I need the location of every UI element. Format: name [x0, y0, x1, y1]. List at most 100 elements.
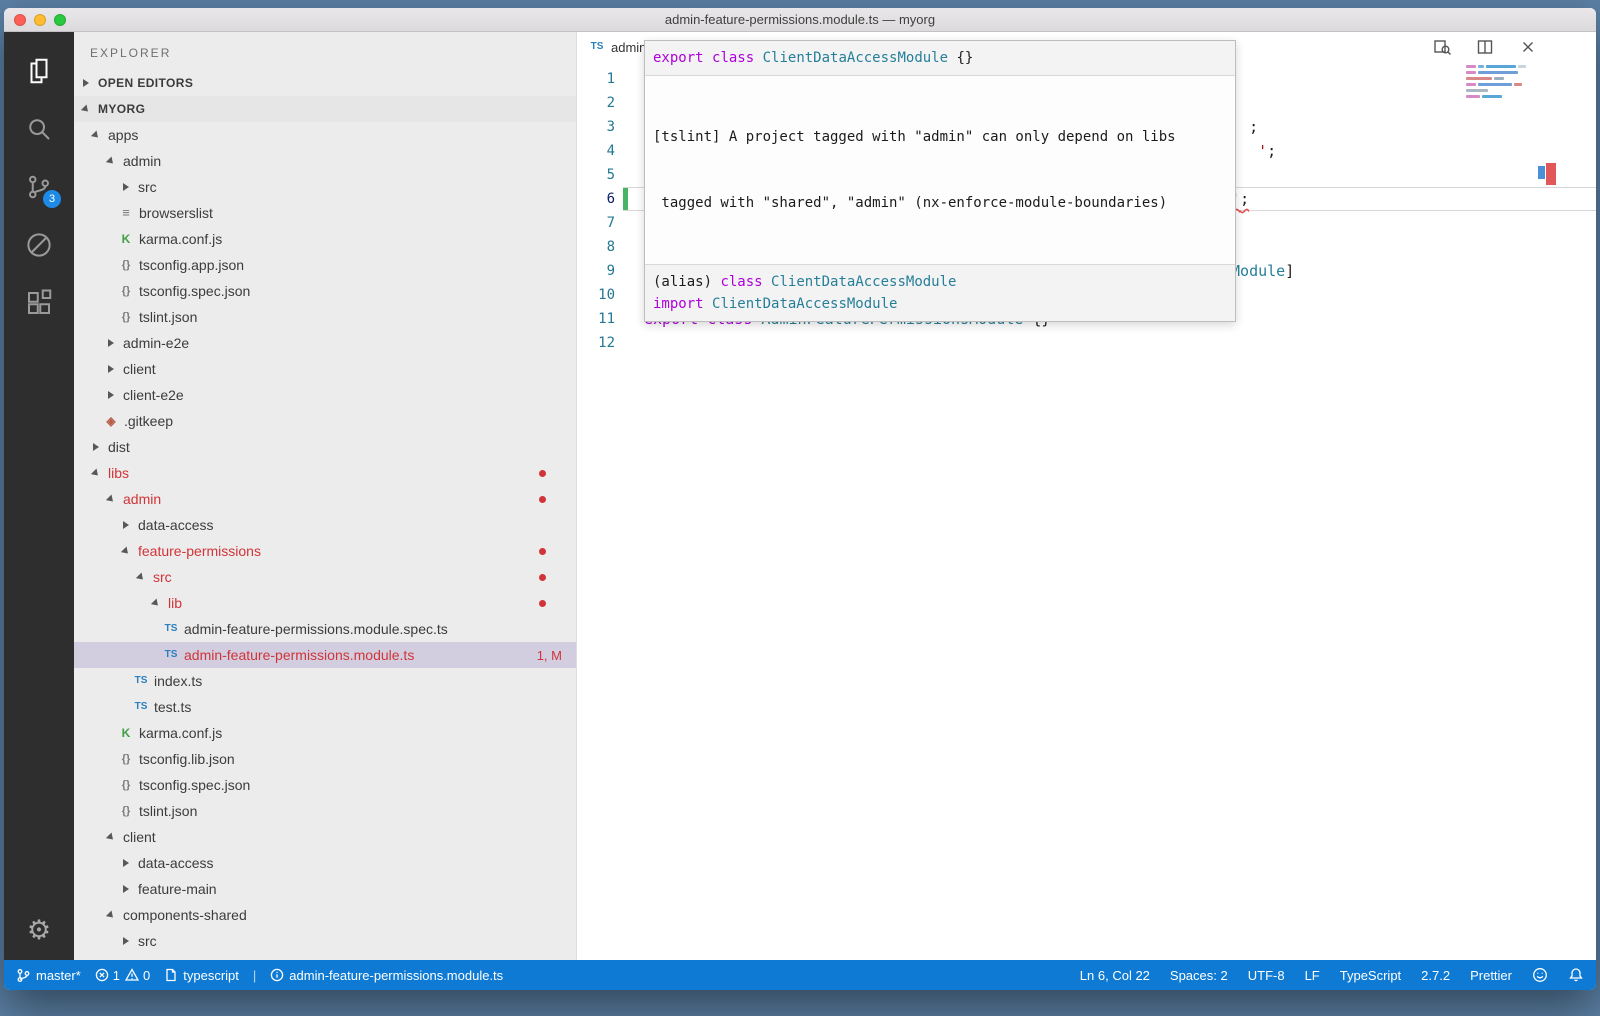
tree-file-tsconfig.spec.json[interactable]: {}tsconfig.spec.json [74, 772, 576, 798]
tree-folder-data-access[interactable]: data-access [74, 512, 576, 538]
tree-file-index.ts[interactable]: TSindex.ts [74, 668, 576, 694]
status-bar: master* 1 0 [4, 960, 1596, 990]
code-token [704, 296, 712, 312]
tree-item-label: admin [123, 491, 161, 507]
tree-file-admin-feature-permissions.module.ts[interactable]: TSadmin-feature-permissions.module.ts1, … [74, 642, 576, 668]
tree-folder-feature-main[interactable]: feature-main [74, 876, 576, 902]
tree-file-test.ts[interactable]: TStest.ts [74, 694, 576, 720]
tree-item-label: src [138, 933, 157, 949]
tree-folder-src[interactable]: src [74, 928, 576, 954]
minimap-segment [1482, 95, 1502, 98]
activity-extensions[interactable] [4, 274, 74, 332]
editor-group: TS admin-feature-permissions.module.ts [577, 32, 1596, 960]
warning-count: 0 [143, 968, 150, 983]
formatter-status[interactable]: Prettier [1470, 968, 1512, 983]
open-editors-section[interactable]: OPEN EDITORS [74, 70, 576, 96]
lint-file-status[interactable]: admin-feature-permissions.module.ts [270, 968, 503, 983]
hover-lint-message: [tslint] A project tagged with "admin" c… [645, 76, 1235, 265]
minimap[interactable] [1466, 65, 1534, 101]
files-icon [24, 56, 54, 86]
tree-folder-client[interactable]: client [74, 356, 576, 382]
tree-file-tsconfig.lib.json[interactable]: {}tsconfig.lib.json [74, 746, 576, 772]
tree-folder-libs[interactable]: libs [74, 460, 576, 486]
karma-file-icon: K [118, 725, 134, 741]
tree-folder-src[interactable]: src [74, 174, 576, 200]
code-token: ClientDataAccessModule [763, 50, 948, 66]
typescript-status-icon [164, 968, 178, 982]
tree-folder-src[interactable]: src [74, 564, 576, 590]
file-encoding[interactable]: UTF-8 [1248, 968, 1285, 983]
tree-folder-admin-e2e[interactable]: admin-e2e [74, 330, 576, 356]
zoom-window-button[interactable] [54, 14, 66, 26]
minimap-segment [1478, 71, 1518, 74]
git-branch-status[interactable]: master* [16, 968, 81, 983]
tree-folder-client-e2e[interactable]: client-e2e [74, 382, 576, 408]
settings-gear-icon[interactable]: ⚙ [27, 915, 51, 946]
tree-item-label: feature-permissions [138, 543, 261, 559]
minimap-segment [1486, 65, 1516, 68]
overview-ruler-info-marker[interactable] [1538, 166, 1545, 179]
notifications[interactable] [1568, 967, 1584, 983]
cursor-position[interactable]: Ln 6, Col 22 [1080, 968, 1150, 983]
tree-folder-apps[interactable]: apps [74, 122, 576, 148]
tree-folder-data-access[interactable]: data-access [74, 850, 576, 876]
line-number: 3 [577, 115, 615, 139]
tree-file-admin-feature-permissions.module.spec.ts[interactable]: TSadmin-feature-permissions.module.spec.… [74, 616, 576, 642]
indentation-setting[interactable]: Spaces: 2 [1170, 968, 1228, 983]
chevron-expanded-icon [148, 595, 164, 611]
overview-ruler-error-marker[interactable] [1546, 163, 1556, 185]
chevron-collapsed-icon [118, 855, 134, 871]
chevron-collapsed-icon [118, 179, 134, 195]
tree-item-label: tsconfig.spec.json [139, 777, 250, 793]
tree-file-browserslist[interactable]: ≡browserslist [74, 200, 576, 226]
chevron-collapsed-icon [88, 439, 104, 455]
minimap-row [1466, 83, 1534, 86]
chevron-collapsed-icon [103, 335, 119, 351]
tree-folder-components-shared[interactable]: components-shared [74, 902, 576, 928]
tree-folder-client[interactable]: client [74, 824, 576, 850]
chevron-expanded-icon [133, 569, 149, 585]
language-mode[interactable]: TypeScript [1340, 968, 1401, 983]
chevron-expanded-icon [88, 465, 104, 481]
activity-explorer[interactable] [4, 42, 74, 100]
tree-file-.gitkeep[interactable]: ◈.gitkeep [74, 408, 576, 434]
tree-item-label: apps [108, 127, 138, 143]
tree-file-tslint.json[interactable]: {}tslint.json [74, 304, 576, 330]
line-number: 7 [577, 211, 615, 235]
project-root-section[interactable]: MYORG [74, 96, 576, 122]
activity-debug[interactable] [4, 216, 74, 274]
tree-folder-dist[interactable]: dist [74, 434, 576, 460]
line-number: 12 [577, 331, 615, 355]
tree-file-tsconfig.app.json[interactable]: {}tsconfig.app.json [74, 252, 576, 278]
tree-item-label: .gitkeep [124, 413, 173, 429]
minimize-window-button[interactable] [34, 14, 46, 26]
tree-folder-feature-permissions[interactable]: feature-permissions [74, 538, 576, 564]
tree-file-karma.conf.js[interactable]: Kkarma.conf.js [74, 226, 576, 252]
code-line-12[interactable]: 12 [577, 331, 1596, 355]
typescript-version[interactable]: 2.7.2 [1421, 968, 1450, 983]
end-of-line[interactable]: LF [1305, 968, 1320, 983]
tree-item-label: karma.conf.js [139, 725, 222, 741]
json-file-icon: {} [118, 283, 134, 299]
close-editor-icon[interactable] [1519, 38, 1538, 57]
tree-file-karma.conf.js[interactable]: Kkarma.conf.js [74, 720, 576, 746]
problems-status[interactable]: 1 0 [95, 968, 150, 983]
tree-folder-admin[interactable]: admin [74, 486, 576, 512]
tree-folder-lib[interactable]: lib [74, 590, 576, 616]
activity-search[interactable] [4, 100, 74, 158]
feedback-smiley[interactable] [1532, 967, 1548, 983]
tree-folder-admin[interactable]: admin [74, 148, 576, 174]
split-editor-icon[interactable] [1476, 38, 1495, 57]
branch-name: master* [36, 968, 81, 983]
code-token [704, 50, 712, 66]
tree-file-tsconfig.spec.json[interactable]: {}tsconfig.spec.json [74, 278, 576, 304]
open-preview-icon[interactable] [1433, 38, 1452, 57]
typescript-project-status[interactable]: typescript [164, 968, 239, 983]
activity-source-control[interactable]: 3 [4, 158, 74, 216]
open-editors-label: OPEN EDITORS [98, 76, 193, 90]
close-window-button[interactable] [14, 14, 26, 26]
karma-file-icon: K [118, 231, 134, 247]
sidebar-title: EXPLORER [74, 32, 576, 70]
hover-tooltip: export class ClientDataAccessModule {} [… [644, 40, 1236, 322]
tree-file-tslint.json[interactable]: {}tslint.json [74, 798, 576, 824]
